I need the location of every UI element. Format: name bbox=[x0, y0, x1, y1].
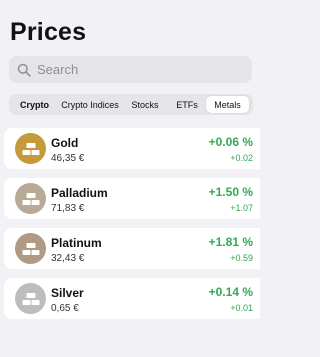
metal-price: 32,43 € bbox=[51, 253, 85, 264]
silver-badge bbox=[15, 283, 46, 314]
change-percent: +1.81 % bbox=[208, 235, 253, 249]
platinum-badge bbox=[15, 233, 46, 264]
search-icon bbox=[17, 63, 31, 77]
search-input[interactable] bbox=[37, 62, 227, 77]
change-absolute: +0.02 bbox=[230, 153, 253, 163]
gold-bars-icon bbox=[22, 142, 39, 155]
change-percent: +0.06 % bbox=[208, 135, 253, 149]
metal-name: Platinum bbox=[51, 236, 102, 250]
metal-name: Palladium bbox=[51, 186, 108, 200]
metal-price: 46,35 € bbox=[51, 153, 85, 164]
platinum-bars-icon bbox=[22, 242, 39, 255]
page-title: Prices bbox=[10, 18, 87, 46]
palladium-bars-icon bbox=[22, 192, 39, 205]
change-absolute: +0.59 bbox=[230, 253, 253, 263]
list-item-silver[interactable]: Silver 0,65 € +0.14 % +0.01 bbox=[4, 278, 260, 319]
tab-metals[interactable]: Metals bbox=[206, 96, 249, 113]
tab-etfs[interactable]: ETFs bbox=[168, 96, 206, 113]
list-item-platinum[interactable]: Platinum 32,43 € +1.81 % +0.59 bbox=[4, 228, 260, 269]
gold-badge bbox=[15, 133, 46, 164]
change-absolute: +1.07 bbox=[230, 203, 253, 213]
metal-name: Silver bbox=[51, 286, 84, 300]
search-bar[interactable] bbox=[9, 56, 252, 83]
tab-crypto-indices[interactable]: Crypto Indices bbox=[58, 96, 122, 113]
tab-crypto[interactable]: Crypto bbox=[11, 96, 58, 113]
list-item-palladium[interactable]: Palladium 71,83 € +1.50 % +1.07 bbox=[4, 178, 260, 219]
tab-stocks[interactable]: Stocks bbox=[122, 96, 168, 113]
change-percent: +1.50 % bbox=[208, 185, 253, 199]
silver-bars-icon bbox=[22, 292, 39, 305]
metal-price: 71,83 € bbox=[51, 203, 85, 214]
change-percent: +0.14 % bbox=[208, 285, 253, 299]
metals-list: Gold 46,35 € +0.06 % +0.02 Palladium 71,… bbox=[4, 128, 260, 328]
metal-price: 0,65 € bbox=[51, 303, 79, 314]
list-item-gold[interactable]: Gold 46,35 € +0.06 % +0.02 bbox=[4, 128, 260, 169]
category-tabs: Crypto Crypto Indices Stocks ETFs Metals bbox=[9, 94, 253, 115]
metal-name: Gold bbox=[51, 136, 79, 150]
palladium-badge bbox=[15, 183, 46, 214]
change-absolute: +0.01 bbox=[230, 303, 253, 313]
